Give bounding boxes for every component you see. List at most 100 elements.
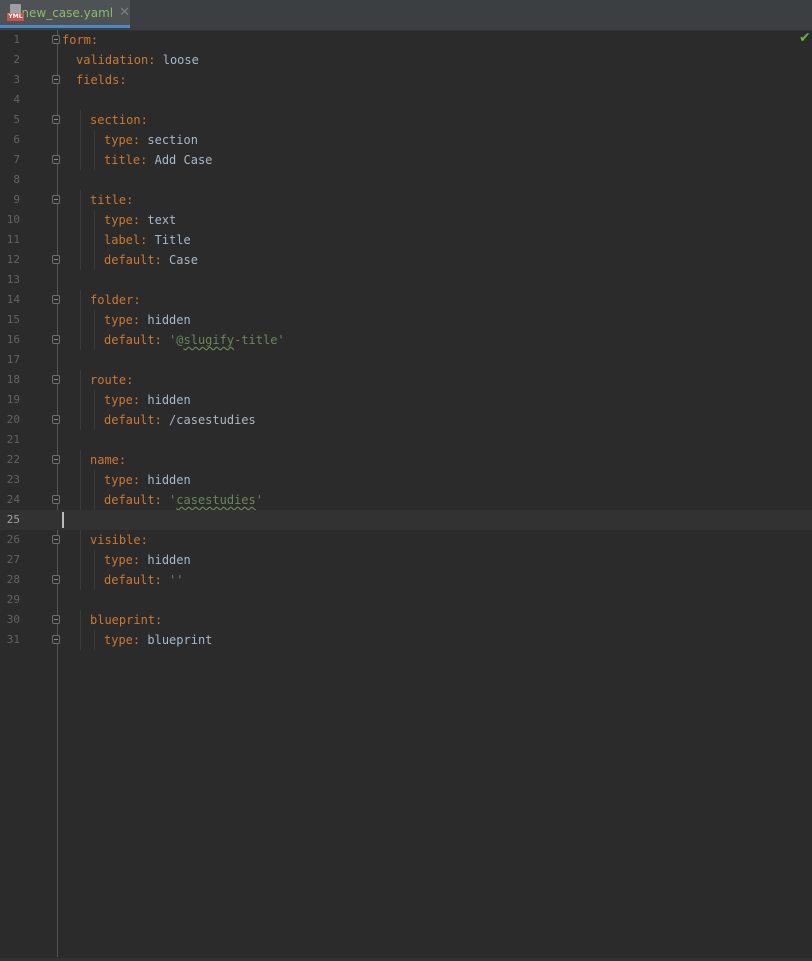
fold-marker-icon[interactable] bbox=[52, 615, 60, 624]
code-line[interactable]: 24 default: 'casestudies' bbox=[0, 490, 812, 510]
yaml-entry: section: bbox=[90, 113, 148, 127]
yaml-key: default bbox=[104, 333, 155, 347]
line-number: 16 bbox=[6, 333, 20, 346]
fold-marker-icon[interactable] bbox=[52, 75, 60, 84]
fold-marker-icon[interactable] bbox=[52, 635, 60, 644]
yaml-value: section bbox=[147, 133, 198, 147]
code-line[interactable]: 30 blueprint: bbox=[0, 610, 812, 630]
fold-marker-icon[interactable] bbox=[52, 375, 60, 384]
line-number: 22 bbox=[6, 453, 20, 466]
code-line[interactable]: 15 type: hidden bbox=[0, 310, 812, 330]
code-line[interactable]: 14 folder: bbox=[0, 290, 812, 310]
yaml-file-icon: YML bbox=[7, 3, 24, 22]
close-icon[interactable]: ✕ bbox=[119, 5, 130, 20]
yaml-value: hidden bbox=[147, 393, 191, 407]
yaml-entry: default: Case bbox=[104, 253, 198, 267]
yaml-key: default bbox=[104, 573, 155, 587]
code-line[interactable]: 31 type: blueprint bbox=[0, 630, 812, 650]
yaml-value: '@slugify-title' bbox=[169, 333, 285, 347]
code-line[interactable]: 18 route: bbox=[0, 370, 812, 390]
code-line[interactable]: 28 default: '' bbox=[0, 570, 812, 590]
fold-marker-icon[interactable] bbox=[52, 295, 60, 304]
yaml-key: folder bbox=[90, 293, 134, 307]
yaml-value: loose bbox=[162, 53, 199, 67]
fold-marker-icon[interactable] bbox=[52, 335, 60, 344]
indent-guide bbox=[80, 550, 81, 570]
code-line[interactable]: 25 bbox=[0, 510, 812, 530]
line-number: 8 bbox=[13, 173, 20, 186]
yaml-entry: folder: bbox=[90, 293, 141, 307]
fold-marker-icon[interactable] bbox=[52, 155, 60, 164]
yaml-value: '' bbox=[169, 573, 184, 587]
indent-guide bbox=[94, 310, 95, 330]
fold-marker-icon[interactable] bbox=[52, 115, 60, 124]
code-line[interactable]: 13 bbox=[0, 270, 812, 290]
fold-marker-icon[interactable] bbox=[52, 495, 60, 504]
code-line[interactable]: 23 type: hidden bbox=[0, 470, 812, 490]
tab-title: new_case.yaml bbox=[21, 5, 114, 20]
yaml-key: default bbox=[104, 413, 155, 427]
code-line[interactable]: 2 validation: loose bbox=[0, 50, 812, 70]
code-line[interactable]: 6 type: section bbox=[0, 130, 812, 150]
code-line[interactable]: 4 bbox=[0, 90, 812, 110]
fold-marker-icon[interactable] bbox=[52, 535, 60, 544]
editor-tab-bar: YML new_case.yaml ✕ bbox=[0, 0, 812, 31]
code-line[interactable]: 7 title: Add Case bbox=[0, 150, 812, 170]
indent-guide bbox=[80, 290, 81, 310]
fold-marker-icon[interactable] bbox=[52, 195, 60, 204]
line-number: 13 bbox=[6, 273, 20, 286]
code-line[interactable]: 19 type: hidden bbox=[0, 390, 812, 410]
indent-guide bbox=[94, 490, 95, 510]
fold-marker-icon[interactable] bbox=[52, 455, 60, 464]
code-line[interactable]: 10 type: text bbox=[0, 210, 812, 230]
indent-guide bbox=[80, 610, 81, 630]
yaml-value: hidden bbox=[147, 553, 191, 567]
code-line[interactable]: 27 type: hidden bbox=[0, 550, 812, 570]
fold-marker-icon[interactable] bbox=[52, 255, 60, 264]
code-line[interactable]: 17 bbox=[0, 350, 812, 370]
code-line[interactable]: 11 label: Title bbox=[0, 230, 812, 250]
yaml-key: section bbox=[90, 113, 141, 127]
text-caret bbox=[62, 512, 64, 528]
indent-guide bbox=[80, 210, 81, 230]
yaml-key: title bbox=[104, 153, 141, 167]
code-line[interactable]: 3 fields: bbox=[0, 70, 812, 90]
code-line[interactable]: 29 bbox=[0, 590, 812, 610]
line-number: 19 bbox=[6, 393, 20, 406]
typo-warning[interactable]: slugify bbox=[184, 333, 235, 347]
code-editor[interactable]: ✔ 1 form: 2 validation: loose 3 fields: 4 5 sect… bbox=[0, 30, 812, 961]
line-number: 7 bbox=[13, 153, 20, 166]
code-line[interactable]: 16 default: '@slugify-title' bbox=[0, 330, 812, 350]
yaml-value: blueprint bbox=[147, 633, 213, 647]
fold-marker-icon[interactable] bbox=[52, 575, 60, 584]
code-line[interactable]: 20 default: /casestudies bbox=[0, 410, 812, 430]
yaml-entry: fields: bbox=[76, 73, 127, 87]
line-number: 23 bbox=[6, 473, 20, 486]
code-line[interactable]: 22 name: bbox=[0, 450, 812, 470]
yaml-key: default bbox=[104, 493, 155, 507]
tab-new-case-yaml[interactable]: YML new_case.yaml ✕ bbox=[0, 0, 130, 28]
yaml-key: validation bbox=[76, 53, 149, 67]
line-number: 30 bbox=[6, 613, 20, 626]
code-line[interactable]: 8 bbox=[0, 170, 812, 190]
yaml-entry: name: bbox=[90, 453, 127, 467]
fold-marker-icon[interactable] bbox=[52, 415, 60, 424]
code-line[interactable]: 9 title: bbox=[0, 190, 812, 210]
line-number: 29 bbox=[6, 593, 20, 606]
indent-guide bbox=[94, 570, 95, 590]
code-line[interactable]: 21 bbox=[0, 430, 812, 450]
code-line[interactable]: 26 visible: bbox=[0, 530, 812, 550]
code-line[interactable]: 1 form: bbox=[0, 30, 812, 50]
fold-marker-icon[interactable] bbox=[52, 35, 60, 44]
yaml-entry: type: hidden bbox=[104, 553, 191, 567]
yaml-value: hidden bbox=[147, 473, 191, 487]
code-line[interactable]: 5 section: bbox=[0, 110, 812, 130]
line-number: 24 bbox=[6, 493, 20, 506]
indent-guide bbox=[94, 410, 95, 430]
yaml-entry: type: hidden bbox=[104, 393, 191, 407]
indent-guide bbox=[80, 390, 81, 410]
code-line[interactable]: 12 default: Case bbox=[0, 250, 812, 270]
indent-guide bbox=[80, 250, 81, 270]
yaml-entry: blueprint: bbox=[90, 613, 163, 627]
typo-warning[interactable]: casestudies bbox=[176, 493, 255, 507]
